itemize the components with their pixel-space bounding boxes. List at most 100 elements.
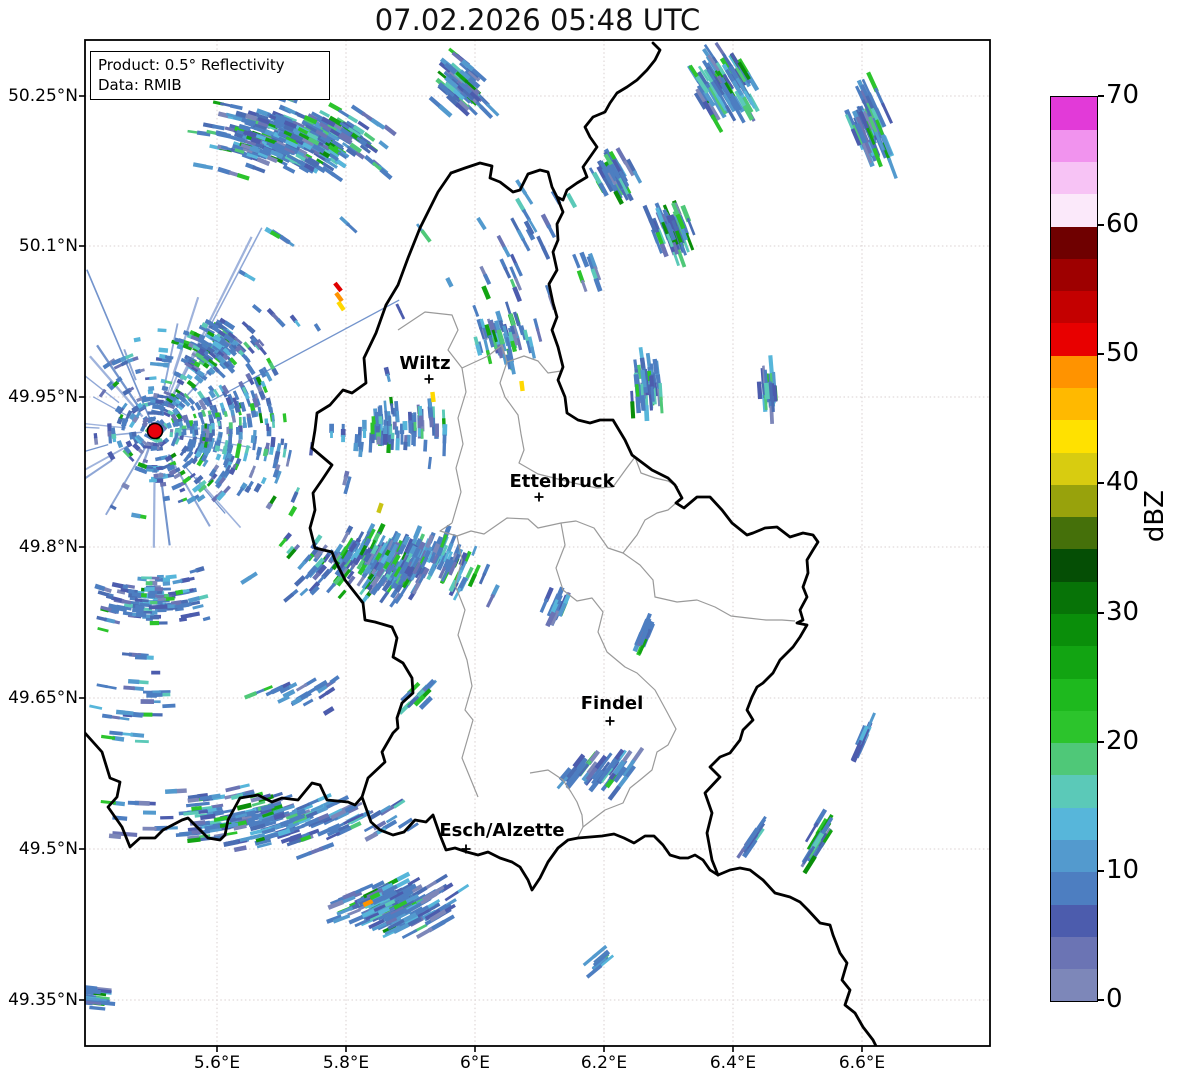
echo-cell (115, 709, 126, 715)
x-tick-label: 6.6°E (838, 1053, 886, 1073)
echo-cell (157, 597, 167, 601)
echo-cell (358, 449, 363, 458)
colorbar-tick-label: 40 (1106, 467, 1140, 498)
echo-cell (229, 428, 233, 435)
echo-cell (400, 431, 404, 445)
echo-cell (110, 427, 116, 435)
city-label: Esch/Alzette (439, 820, 564, 841)
colorbar-band (1051, 742, 1097, 776)
colorbar-tick-label: 0 (1106, 984, 1123, 1014)
colorbar-unit-label: dBZ (1140, 490, 1170, 543)
echo-cell (193, 420, 199, 427)
echo-cell (145, 581, 153, 586)
colorbar-tick-label: 60 (1106, 209, 1140, 240)
echo-cell (390, 438, 395, 450)
x-tick-label: 5.8°E (322, 1053, 370, 1073)
y-tick-label: 49.65°N (8, 688, 78, 708)
echo-cell (408, 420, 413, 434)
colorbar-tick-label: 20 (1106, 725, 1140, 756)
echo-cell (271, 421, 276, 428)
colorbar-band (1051, 355, 1097, 389)
colorbar-tick-label: 10 (1106, 854, 1140, 885)
map-background (85, 40, 990, 1046)
echo-cell (151, 670, 161, 675)
echo-cell (157, 608, 167, 613)
colorbar-band (1051, 549, 1097, 582)
colorbar-band (1051, 452, 1097, 485)
y-tick-label: 49.8°N (18, 537, 78, 557)
echo-cell (162, 581, 171, 586)
x-tick-label: 5.6°E (193, 1053, 241, 1073)
colorbar-tick-mark (1098, 740, 1104, 743)
echo-cell (403, 441, 408, 451)
colorbar-band (1051, 419, 1097, 453)
echo-cell (169, 432, 174, 438)
echo-cell (375, 418, 380, 427)
echo-cell (266, 423, 270, 431)
colorbar-tick-mark (1098, 482, 1104, 485)
colorbar-band (1051, 904, 1097, 937)
colorbar-band (1051, 581, 1097, 615)
echo-cell (411, 432, 416, 446)
echo-cell (442, 424, 448, 436)
echo-cell (134, 654, 147, 660)
colorbar-band (1051, 226, 1097, 259)
city-label: Wiltz (399, 353, 450, 374)
echo-cell (149, 376, 157, 381)
x-tick-label: 6.4°E (709, 1053, 757, 1073)
echo-cell (134, 739, 149, 744)
x-tick-label: 6°E (459, 1053, 491, 1073)
colorbar-band (1051, 645, 1097, 679)
city-label: Findel (581, 693, 644, 714)
echo-cell (127, 679, 140, 685)
city-label: Ettelbruck (509, 471, 615, 492)
echo-cell (413, 421, 417, 431)
echo-cell (158, 347, 169, 353)
echo-cell (353, 442, 359, 452)
echo-cell (162, 703, 176, 709)
echo-cell (182, 428, 187, 436)
product-info-box: Product: 0.5° Reflectivity Data: RMIB (90, 51, 330, 100)
echo-cell (159, 604, 168, 610)
echo-cell (146, 693, 157, 698)
echo-cell (150, 615, 160, 620)
colorbar-band (1051, 807, 1097, 841)
product-info-line2: Data: RMIB (98, 76, 182, 94)
echo-cell (395, 438, 400, 451)
colorbar-band (1051, 258, 1097, 292)
colorbar-tick-label: 30 (1106, 596, 1140, 627)
colorbar-band (1051, 613, 1097, 647)
echo-cell (156, 404, 164, 410)
colorbar-band (1051, 290, 1097, 324)
echo-cell (164, 788, 178, 795)
echo-cell (142, 826, 157, 831)
echo-cell (143, 690, 154, 694)
echo-cell (146, 468, 154, 472)
colorbar-tick-mark (1098, 95, 1104, 97)
echo-cell (148, 604, 161, 610)
colorbar-band (1051, 484, 1097, 518)
colorbar-band (1051, 678, 1097, 711)
echo-cell (107, 423, 112, 432)
colorbar-tick-label: 50 (1106, 338, 1140, 369)
radar-site-marker (146, 422, 164, 440)
echo-cell (330, 431, 333, 438)
colorbar-band (1051, 775, 1097, 808)
echo-cell (142, 810, 157, 815)
echo-cell (155, 399, 164, 404)
radar-map: Wiltz Ettelbruck Findel Esch/Alzette (79, 39, 991, 1052)
colorbar-band (1051, 129, 1097, 163)
echo-cell (149, 590, 158, 595)
echo-cell (135, 612, 147, 618)
colorbar-tick-mark (1098, 999, 1104, 1001)
product-info-line1: Product: 0.5° Reflectivity (98, 56, 285, 74)
colorbar-band (1051, 387, 1097, 421)
echo-cell (423, 439, 428, 452)
echo-cell (149, 620, 160, 626)
y-tick-label: 49.35°N (8, 990, 78, 1010)
echo-cell (127, 800, 139, 806)
colorbar-band (1051, 839, 1097, 873)
radar-map-page: 07.02.2026 05:48 UTC Wiltz Ettelbruck Find… (0, 0, 1184, 1081)
echo-cell (134, 598, 143, 602)
colorbar-tick-mark (1098, 353, 1104, 356)
